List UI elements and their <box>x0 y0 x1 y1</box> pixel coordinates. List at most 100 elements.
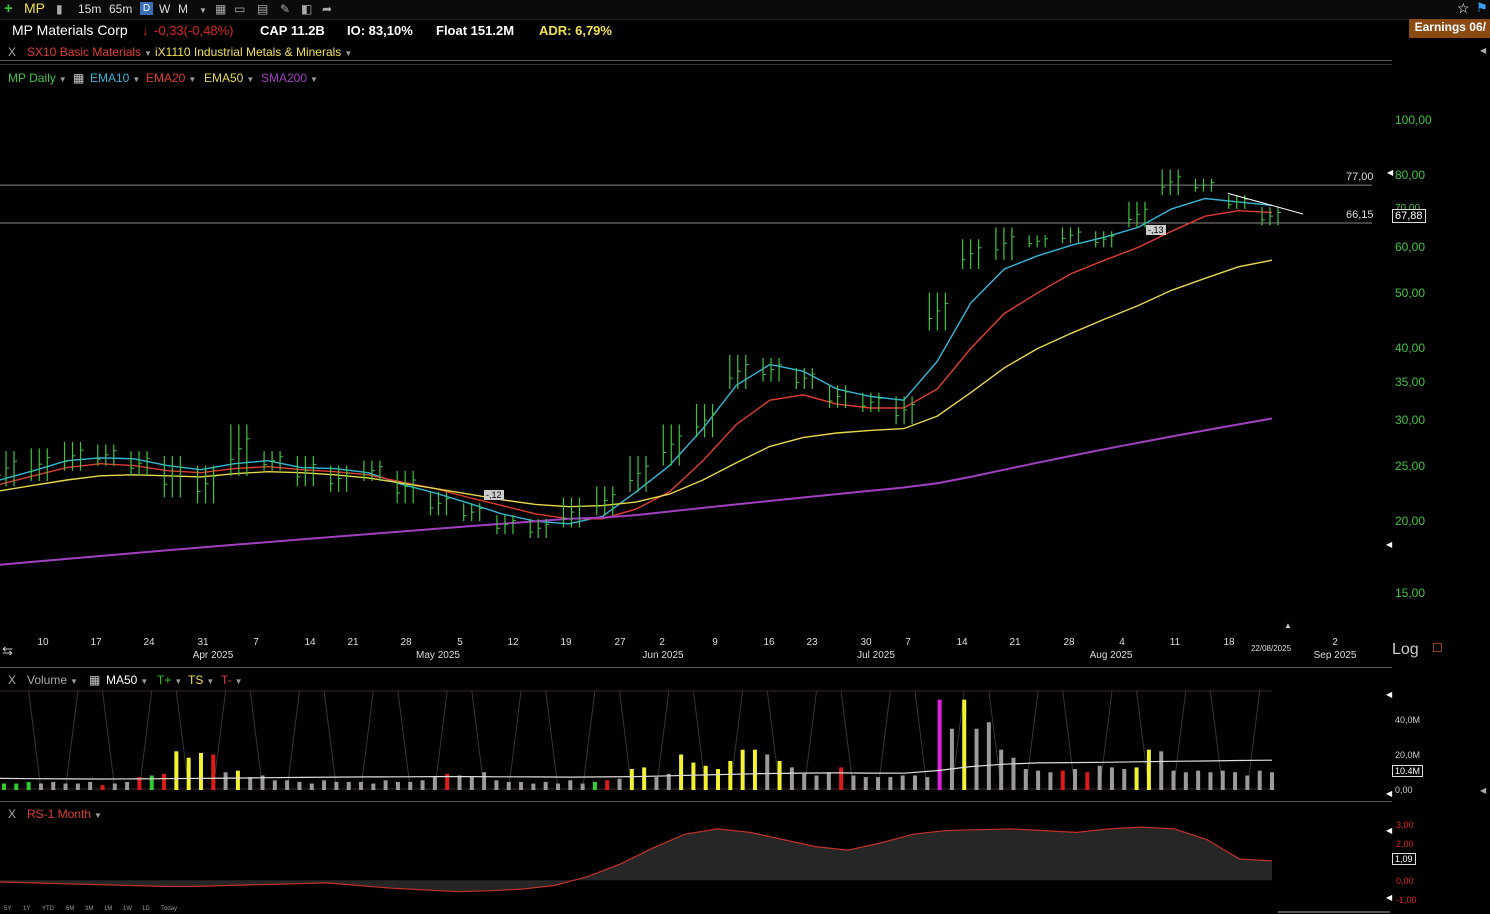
volume-bar <box>629 769 634 790</box>
earnings-marker-may[interactable]: -,12 <box>484 490 504 500</box>
range-button-today[interactable]: Today <box>161 906 177 912</box>
volume-bar <box>1036 770 1041 790</box>
volume-bar <box>1159 751 1164 790</box>
volume-bar <box>1011 757 1016 790</box>
range-button-6m[interactable]: 6M <box>66 906 74 912</box>
volume-bar <box>457 775 462 790</box>
volume-bar <box>728 760 733 790</box>
volume-bar <box>555 783 560 790</box>
volume-bar <box>1085 772 1090 790</box>
volume-bar <box>925 777 930 790</box>
range-button-ytd[interactable]: YTD <box>42 906 54 912</box>
y-tick-80: 80,00 <box>1395 168 1426 182</box>
x-month-tick: Jun 2025 <box>642 650 684 661</box>
rs-handle-icon[interactable]: ◀ <box>1386 826 1392 835</box>
hline-handle-icon[interactable]: ◀ <box>1387 168 1393 177</box>
t-minus[interactable]: T- ▼ <box>221 673 243 687</box>
x-tick: 28 <box>1063 637 1075 648</box>
hline-label-66[interactable]: 66,15 <box>1346 209 1374 221</box>
volume-ma50[interactable]: MA50 ▼ <box>106 673 148 687</box>
volume-bar <box>38 783 43 790</box>
volume-bar <box>1257 770 1262 790</box>
volume-bar <box>617 778 622 790</box>
log-toggle[interactable]: Log <box>1392 641 1419 659</box>
range-button-1d[interactable]: 1D <box>142 906 150 912</box>
t-plus[interactable]: T+ ▼ <box>157 673 182 687</box>
volume-bar <box>789 767 794 790</box>
volume-bar <box>642 767 647 790</box>
up-arrow-icon[interactable]: ▲ <box>1284 621 1292 630</box>
rs-handle-icon[interactable]: ◀ <box>1386 893 1392 902</box>
volume-bar <box>1073 769 1078 790</box>
volume-bar <box>876 777 881 790</box>
scroll-handle-icon[interactable]: ◀ <box>1386 540 1392 549</box>
grid-icon[interactable]: ▦ <box>89 673 100 687</box>
lock-icon[interactable]: ☐ <box>1432 641 1443 655</box>
volume-bar <box>149 775 154 790</box>
price-chart[interactable] <box>0 0 1490 914</box>
range-button-1y[interactable]: 1Y <box>23 906 30 912</box>
volume-current-badge: 10.4M <box>1392 765 1424 777</box>
y-tick-40: 40,00 <box>1395 341 1426 355</box>
volume-bar <box>1220 770 1225 790</box>
volume-bar <box>568 780 573 790</box>
y-tick-25: 25,00 <box>1395 459 1426 473</box>
range-button-3m[interactable]: 3M <box>85 906 93 912</box>
x-month-tick: Sep 2025 <box>1313 650 1357 661</box>
hline-label-77[interactable]: 77,00 <box>1346 171 1374 183</box>
volume-bar <box>125 781 130 790</box>
volume-bar <box>1183 772 1188 790</box>
x-tick: 27 <box>614 637 626 648</box>
volume-bar <box>605 780 610 790</box>
scroll-arrows-icon[interactable]: ⇆ <box>2 643 13 659</box>
volume-bar <box>383 780 388 790</box>
volume-bar <box>703 765 708 790</box>
volume-bar <box>14 783 19 790</box>
x-tick: 4 <box>1119 637 1125 648</box>
ts[interactable]: TS ▼ <box>188 673 214 687</box>
rs-label[interactable]: RS-1 Month ▼ <box>27 807 102 821</box>
x-tick: 12 <box>507 637 519 648</box>
volume-bar <box>494 780 499 790</box>
volume-bar <box>235 770 240 790</box>
volume-bar <box>408 781 413 790</box>
volume-bar <box>469 777 474 790</box>
volume-close-icon[interactable]: X <box>8 673 16 687</box>
x-tick: 16 <box>763 637 775 648</box>
volume-bar <box>986 722 991 790</box>
rs-y-3: 3,00 <box>1396 820 1414 830</box>
x-tick: 11 <box>1169 637 1181 648</box>
rs-close-icon[interactable]: X <box>8 807 16 821</box>
volume-bar <box>162 773 167 790</box>
volume-bar <box>580 783 585 790</box>
earnings-marker-aug[interactable]: -,13 <box>1146 225 1166 235</box>
volume-bar <box>888 777 893 790</box>
range-button-5y[interactable]: 5Y <box>4 906 11 912</box>
x-tick: 31 <box>197 637 209 648</box>
vol-handle-icon[interactable]: ◀ <box>1386 789 1392 798</box>
volume-bar <box>2 783 6 790</box>
volume-bar <box>285 780 290 790</box>
volume-bar <box>482 772 487 790</box>
range-button-1w[interactable]: 1W <box>123 906 132 912</box>
volume-bar <box>1122 769 1127 790</box>
rs-y-2: 2,00 <box>1396 839 1414 849</box>
range-button-1m[interactable]: 1M <box>104 906 112 912</box>
volume-bar <box>75 783 80 790</box>
volume-bar <box>752 749 757 790</box>
x-tick: 21 <box>347 637 359 648</box>
collapse-icon[interactable]: ◀ <box>1480 786 1486 795</box>
series-ema10 <box>0 197 1273 525</box>
volume-bar <box>654 777 659 790</box>
volume-bar <box>863 777 868 790</box>
y-tick-60: 60,00 <box>1395 240 1426 254</box>
rs-area <box>0 827 1272 892</box>
vol-handle-icon[interactable]: ◀ <box>1386 690 1392 699</box>
x-tick: 17 <box>90 637 102 648</box>
vol-y-0: 0,00 <box>1395 785 1413 795</box>
volume-bar <box>223 772 228 790</box>
x-tick: 9 <box>712 637 718 648</box>
volume-label[interactable]: Volume ▼ <box>27 673 78 687</box>
x-tick: 21 <box>1009 637 1021 648</box>
volume-bar <box>777 760 782 790</box>
